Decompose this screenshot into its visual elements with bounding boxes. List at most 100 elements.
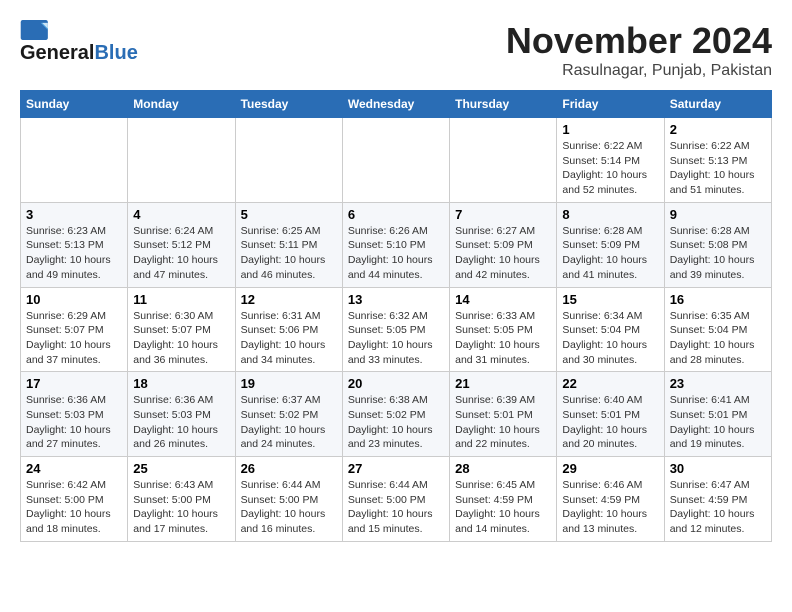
calendar-cell-2-7: 9Sunrise: 6:28 AM Sunset: 5:08 PM Daylig… [664,202,771,287]
calendar-cell-3-5: 14Sunrise: 6:33 AM Sunset: 5:05 PM Dayli… [450,287,557,372]
day-number: 12 [241,292,337,307]
header: General Blue November 2024 Rasulnagar, P… [20,20,772,80]
day-info: Sunrise: 6:41 AM Sunset: 5:01 PM Dayligh… [670,393,766,452]
calendar-cell-1-4 [342,118,449,203]
calendar-cell-3-4: 13 Sunrise: 6:32 AM Sunset: 5:05 PM Dayli… [342,287,449,372]
month-title: November 2024 [506,20,772,62]
calendar-cell-2-2: 4 Sunrise: 6:24 AM Sunset: 5:12 PM Daylig… [128,202,235,287]
calendar-cell-2-6: 8 Sunrise: 6:28 AM Sunset: 5:09 PM Daylig… [557,202,664,287]
day-number: 10 [26,292,122,307]
day-info: Sunrise: 6:33 AM Sunset: 5:05 PM Dayligh… [455,309,551,368]
calendar-cell-3-1: 10 Sunrise: 6:29 AM Sunset: 5:07 PM Dayli… [21,287,128,372]
day-info: Sunrise: 6:25 AM Sunset: 5:11 PM Dayligh… [241,224,337,283]
calendar-cell-1-3 [235,118,342,203]
calendar-cell-4-2: 18 Sunrise: 6:36 AM Sunset: 5:03 PM Dayli… [128,372,235,457]
day-info: Sunrise: 6:45 AM Sunset: 4:59 PM Dayligh… [455,478,551,537]
calendar-cell-3-7: 16 Sunrise: 6:35 AM Sunset: 5:04 PM Dayli… [664,287,771,372]
calendar-cell-3-3: 12 Sunrise: 6:31 AM Sunset: 5:06 PM Dayli… [235,287,342,372]
calendar-cell-4-1: 17 Sunrise: 6:36 AM Sunset: 5:03 PM Dayli… [21,372,128,457]
day-number: 17 [26,376,122,391]
calendar-cell-3-2: 11Sunrise: 6:30 AM Sunset: 5:07 PM Dayli… [128,287,235,372]
day-number: 28 [455,461,551,476]
day-number: 1 [562,122,658,137]
day-info: Sunrise: 6:23 AM Sunset: 5:13 PM Dayligh… [26,224,122,283]
day-number: 5 [241,207,337,222]
day-number: 22 [562,376,658,391]
header-row: SundayMondayTuesdayWednesdayThursdayFrid… [21,91,772,118]
day-number: 3 [26,207,122,222]
day-info: Sunrise: 6:38 AM Sunset: 5:02 PM Dayligh… [348,393,444,452]
day-info: Sunrise: 6:27 AM Sunset: 5:09 PM Dayligh… [455,224,551,283]
weekday-header-sunday: Sunday [21,91,128,118]
calendar-cell-5-5: 28 Sunrise: 6:45 AM Sunset: 4:59 PM Dayli… [450,457,557,542]
calendar-cell-5-1: 24Sunrise: 6:42 AM Sunset: 5:00 PM Dayli… [21,457,128,542]
day-number: 27 [348,461,444,476]
day-info: Sunrise: 6:36 AM Sunset: 5:03 PM Dayligh… [26,393,122,452]
day-number: 30 [670,461,766,476]
day-number: 25 [133,461,229,476]
day-info: Sunrise: 6:35 AM Sunset: 5:04 PM Dayligh… [670,309,766,368]
calendar-cell-4-6: 22 Sunrise: 6:40 AM Sunset: 5:01 PM Dayli… [557,372,664,457]
calendar-table: SundayMondayTuesdayWednesdayThursdayFrid… [20,90,772,542]
day-info: Sunrise: 6:46 AM Sunset: 4:59 PM Dayligh… [562,478,658,537]
calendar-cell-2-5: 7 Sunrise: 6:27 AM Sunset: 5:09 PM Daylig… [450,202,557,287]
day-number: 26 [241,461,337,476]
day-info: Sunrise: 6:44 AM Sunset: 5:00 PM Dayligh… [241,478,337,537]
logo: General Blue [20,20,138,65]
day-number: 19 [241,376,337,391]
logo-general: General [20,42,94,65]
day-number: 7 [455,207,551,222]
day-number: 15 [562,292,658,307]
day-number: 21 [455,376,551,391]
calendar-cell-2-3: 5 Sunrise: 6:25 AM Sunset: 5:11 PM Daylig… [235,202,342,287]
calendar-cell-4-4: 20 Sunrise: 6:38 AM Sunset: 5:02 PM Dayli… [342,372,449,457]
calendar-cell-4-3: 19 Sunrise: 6:37 AM Sunset: 5:02 PM Dayli… [235,372,342,457]
weekday-header-tuesday: Tuesday [235,91,342,118]
day-info: Sunrise: 6:36 AM Sunset: 5:03 PM Dayligh… [133,393,229,452]
week-row-3: 10 Sunrise: 6:29 AM Sunset: 5:07 PM Dayli… [21,287,772,372]
calendar-cell-5-4: 27 Sunrise: 6:44 AM Sunset: 5:00 PM Dayli… [342,457,449,542]
title-area: November 2024 Rasulnagar, Punjab, Pakist… [506,20,772,80]
calendar-cell-5-7: 30Sunrise: 6:47 AM Sunset: 4:59 PM Dayli… [664,457,771,542]
calendar-cell-2-1: 3 Sunrise: 6:23 AM Sunset: 5:13 PM Daylig… [21,202,128,287]
day-info: Sunrise: 6:43 AM Sunset: 5:00 PM Dayligh… [133,478,229,537]
weekday-header-saturday: Saturday [664,91,771,118]
day-info: Sunrise: 6:42 AM Sunset: 5:00 PM Dayligh… [26,478,122,537]
day-info: Sunrise: 6:28 AM Sunset: 5:09 PM Dayligh… [562,224,658,283]
week-row-5: 24Sunrise: 6:42 AM Sunset: 5:00 PM Dayli… [21,457,772,542]
calendar-cell-1-2 [128,118,235,203]
day-number: 8 [562,207,658,222]
day-number: 18 [133,376,229,391]
day-info: Sunrise: 6:44 AM Sunset: 5:00 PM Dayligh… [348,478,444,537]
day-number: 6 [348,207,444,222]
day-number: 16 [670,292,766,307]
day-info: Sunrise: 6:29 AM Sunset: 5:07 PM Dayligh… [26,309,122,368]
day-info: Sunrise: 6:40 AM Sunset: 5:01 PM Dayligh… [562,393,658,452]
day-info: Sunrise: 6:34 AM Sunset: 5:04 PM Dayligh… [562,309,658,368]
day-number: 23 [670,376,766,391]
week-row-2: 3 Sunrise: 6:23 AM Sunset: 5:13 PM Daylig… [21,202,772,287]
day-info: Sunrise: 6:22 AM Sunset: 5:14 PM Dayligh… [562,139,658,198]
day-info: Sunrise: 6:39 AM Sunset: 5:01 PM Dayligh… [455,393,551,452]
day-number: 13 [348,292,444,307]
calendar-cell-1-5 [450,118,557,203]
day-number: 4 [133,207,229,222]
calendar-cell-2-4: 6 Sunrise: 6:26 AM Sunset: 5:10 PM Daylig… [342,202,449,287]
week-row-1: 1 Sunrise: 6:22 AM Sunset: 5:14 PM Daylig… [21,118,772,203]
weekday-header-monday: Monday [128,91,235,118]
day-info: Sunrise: 6:26 AM Sunset: 5:10 PM Dayligh… [348,224,444,283]
day-info: Sunrise: 6:30 AM Sunset: 5:07 PM Dayligh… [133,309,229,368]
logo-blue: Blue [94,42,137,65]
calendar-cell-5-3: 26 Sunrise: 6:44 AM Sunset: 5:00 PM Dayli… [235,457,342,542]
weekday-header-friday: Friday [557,91,664,118]
day-info: Sunrise: 6:31 AM Sunset: 5:06 PM Dayligh… [241,309,337,368]
calendar-cell-4-7: 23 Sunrise: 6:41 AM Sunset: 5:01 PM Dayli… [664,372,771,457]
day-number: 20 [348,376,444,391]
calendar-cell-1-1 [21,118,128,203]
day-number: 29 [562,461,658,476]
day-info: Sunrise: 6:24 AM Sunset: 5:12 PM Dayligh… [133,224,229,283]
day-info: Sunrise: 6:37 AM Sunset: 5:02 PM Dayligh… [241,393,337,452]
day-info: Sunrise: 6:22 AM Sunset: 5:13 PM Dayligh… [670,139,766,198]
day-info: Sunrise: 6:32 AM Sunset: 5:05 PM Dayligh… [348,309,444,368]
week-row-4: 17 Sunrise: 6:36 AM Sunset: 5:03 PM Dayli… [21,372,772,457]
